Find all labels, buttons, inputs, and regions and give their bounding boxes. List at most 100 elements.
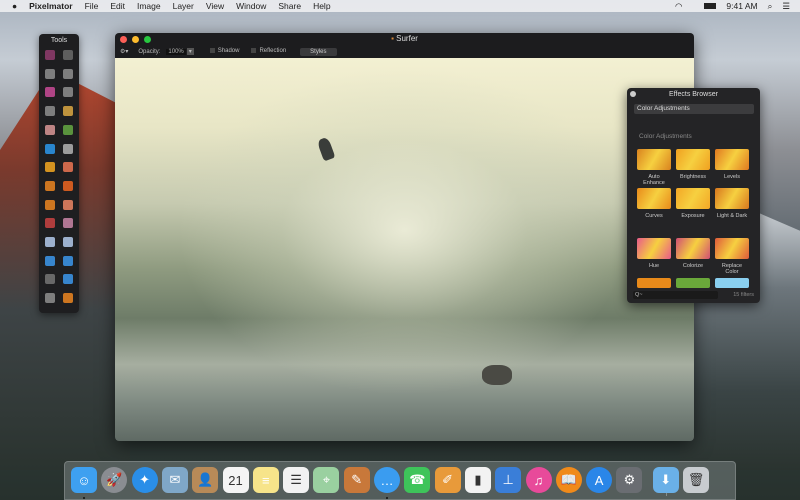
blur-tool-icon[interactable] — [45, 237, 55, 247]
menu-layer[interactable]: Layer — [173, 1, 194, 11]
effect-label: Auto Enhance — [643, 174, 665, 186]
close-button[interactable] — [120, 36, 127, 43]
effect-light-dark[interactable]: Light & Dark — [715, 188, 749, 219]
move-tool-icon[interactable] — [63, 50, 73, 60]
dock-notes-icon[interactable]: ≡ — [252, 467, 279, 493]
dock-calendar-icon[interactable]: 21 — [222, 467, 249, 493]
effect-thumbnail — [715, 188, 749, 209]
effect-label: Curves — [645, 213, 663, 219]
effect-thumbnail — [715, 238, 749, 259]
bandage-tool-icon[interactable] — [63, 199, 73, 210]
pencil-tool-icon[interactable] — [63, 124, 73, 135]
spotlight-icon[interactable]: ⌕ — [768, 1, 773, 12]
effect-exposure[interactable]: Exposure — [676, 188, 710, 219]
magic-wand-tool-icon[interactable] — [45, 87, 55, 98]
gradient-tool-icon[interactable] — [63, 143, 73, 154]
dock-trash-icon[interactable]: 🗑 — [683, 467, 709, 493]
zoom-tool-icon[interactable] — [45, 293, 55, 304]
crop-tool-icon[interactable] — [45, 106, 55, 117]
dock-downloads-icon[interactable]: ⬇ — [652, 467, 679, 493]
effects-title: Effects Browser — [669, 91, 718, 98]
dog-figure — [482, 365, 512, 385]
shadow-checkbox[interactable]: Shadow — [209, 48, 239, 55]
pen-tool-icon[interactable] — [63, 255, 73, 266]
menu-edit[interactable]: Edit — [110, 1, 125, 11]
running-indicator — [386, 497, 388, 499]
dock-facetime-icon[interactable]: ☎ — [404, 467, 431, 493]
dock-maps-icon[interactable]: ⌖ — [313, 467, 340, 493]
effect-label: Replace Color — [721, 263, 743, 275]
dock-reminders-icon[interactable]: ☰ — [283, 467, 310, 493]
menu-view[interactable]: View — [206, 1, 224, 11]
wifi-icon[interactable]: ◠ — [675, 1, 682, 12]
dock-ibooks-icon[interactable]: 📖 — [555, 467, 582, 493]
effect-replace-color[interactable]: Replace Color — [715, 238, 749, 275]
category-select[interactable]: Color Adjustments — [634, 104, 754, 114]
menu-window[interactable]: Window — [236, 1, 266, 11]
zoom-button[interactable] — [144, 36, 151, 43]
dock-pages-icon[interactable]: ✐ — [434, 467, 461, 493]
dock-launchpad-icon[interactable]: 🚀 — [101, 467, 128, 493]
color-picker-tool-icon[interactable] — [63, 162, 73, 173]
eraser-tool-icon[interactable] — [45, 124, 55, 135]
menu-help[interactable]: Help — [313, 1, 330, 11]
notification-center-icon[interactable]: ☰ — [782, 1, 790, 12]
dock-numbers-icon[interactable]: ▮ — [464, 467, 491, 493]
close-icon[interactable] — [630, 91, 636, 97]
ellipse-select-tool-icon[interactable] — [63, 68, 73, 79]
canvas-image[interactable] — [115, 58, 694, 441]
effect-levels[interactable]: Levels — [715, 149, 749, 180]
effect-brightness[interactable]: Brightness — [676, 149, 710, 180]
effects-footer: Q~ 15 filters — [633, 290, 754, 299]
menu-file[interactable]: File — [85, 1, 99, 11]
line-tool-icon[interactable] — [45, 255, 55, 266]
dock-keynote-icon[interactable]: ⊥ — [495, 467, 522, 493]
opacity-field[interactable]: 100% — [166, 48, 186, 55]
battery-icon[interactable] — [704, 3, 717, 9]
smudge-tool-icon[interactable] — [63, 218, 73, 229]
effects-search-input[interactable]: Q~ — [633, 290, 718, 299]
dock-contacts-icon[interactable]: 👤 — [192, 467, 219, 493]
effect-label: Exposure — [681, 213, 705, 219]
effect-curves[interactable]: Curves — [637, 188, 671, 219]
type-tool-icon[interactable] — [45, 274, 55, 285]
effect-thumbnail — [676, 149, 710, 170]
heart-shape-tool-icon[interactable] — [63, 274, 73, 285]
rect-select-tool-icon[interactable] — [45, 68, 55, 79]
opacity-dropdown[interactable]: ▾ — [186, 48, 194, 55]
red-eye-tool-icon[interactable] — [45, 218, 55, 229]
lasso-tool-icon[interactable] — [63, 87, 73, 98]
document-window: ▪ Surfer ⚙▾ Opacity: 100% ▾ Shadow Refle… — [115, 33, 694, 441]
effect-auto-enhance[interactable]: Auto Enhance — [637, 149, 671, 186]
effect-colorize[interactable]: Colorize — [676, 238, 710, 269]
burn-tool-icon[interactable] — [63, 180, 73, 191]
styles-button[interactable]: Styles — [300, 47, 337, 56]
dock-pixelmator-icon[interactable]: ✎ — [343, 467, 370, 493]
menu-image[interactable]: Image — [137, 1, 161, 11]
menu-app[interactable]: Pixelmator — [29, 1, 72, 11]
dock-itunes-icon[interactable]: ♫ — [525, 467, 552, 493]
apple-menu-icon[interactable]: ● — [12, 1, 17, 11]
reflection-checkbox[interactable]: Reflection — [251, 48, 286, 55]
brush-tool-icon[interactable] — [45, 180, 55, 191]
gear-icon[interactable]: ⚙▾ — [120, 48, 128, 55]
dock: ☺ 🚀 ✦ ✉ 👤 21 ≡ ☰ ⌖ ✎… ☎ ✐ ▮ ⊥ ♫ 📖 A ⚙ ⬇ 🗑 — [64, 461, 736, 500]
dock-preview-icon[interactable]: ✉ — [161, 467, 188, 493]
minimize-button[interactable] — [132, 36, 139, 43]
dock-system-preferences-icon[interactable]: ⚙ — [616, 467, 643, 493]
dock-messages-icon[interactable]: … — [374, 467, 400, 493]
eyedropper-tool-icon[interactable] — [63, 106, 73, 117]
stamp-tool-icon[interactable] — [45, 199, 55, 210]
dock-app-store-icon[interactable]: A — [586, 467, 613, 493]
effect-hue[interactable]: Hue — [637, 238, 671, 269]
shape-tool-icon[interactable] — [45, 143, 55, 154]
sharpen-tool-icon[interactable] — [63, 237, 73, 247]
selection-arrow-tool-icon[interactable] — [45, 50, 55, 60]
clock[interactable]: 9:41 AM — [726, 1, 757, 11]
effect-thumbnail — [715, 149, 749, 170]
paint-bucket-tool-icon[interactable] — [45, 162, 55, 173]
dock-safari-icon[interactable]: ✦ — [131, 467, 158, 493]
ruler-tool-icon[interactable] — [63, 293, 73, 304]
dock-finder-icon[interactable]: ☺ — [71, 467, 97, 493]
menu-share[interactable]: Share — [278, 1, 301, 11]
